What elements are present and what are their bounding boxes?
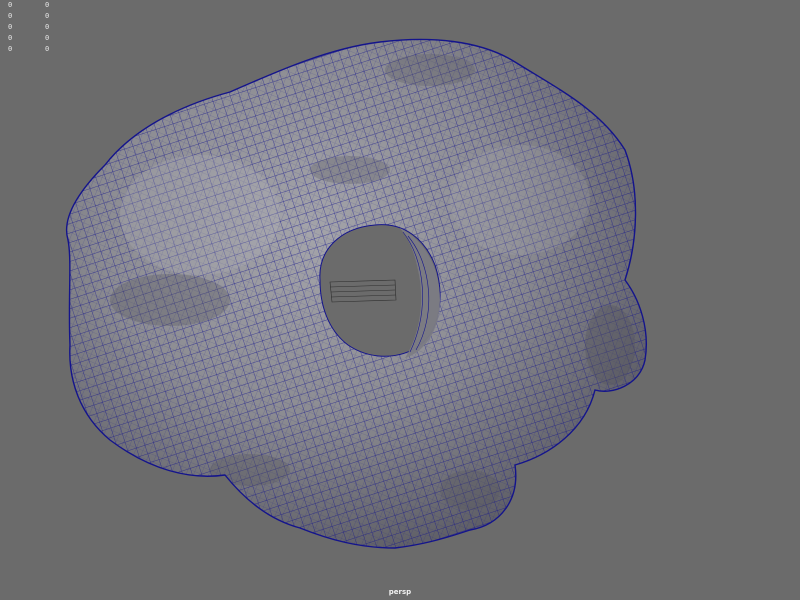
hud-value: 0 [45, 23, 50, 31]
camera-name-label: persp [388, 588, 412, 596]
hud-value: 0 [8, 23, 13, 31]
hud-value: 0 [8, 12, 13, 20]
hud-row: 0 0 [8, 11, 65, 22]
hud-row: 0 0 [8, 33, 65, 44]
hud-value: 0 [45, 45, 50, 53]
hud-value: 0 [8, 1, 13, 9]
hud-value: 0 [45, 12, 50, 20]
hud-row: 0 0 [8, 22, 65, 33]
hud-value: 0 [45, 34, 50, 42]
maya-perspective-viewport[interactable]: 0 0 0 0 0 0 0 0 0 0 persp [0, 0, 800, 600]
heads-up-display: 0 0 0 0 0 0 0 0 0 0 [8, 0, 65, 55]
hud-row: 0 0 [8, 44, 65, 55]
hud-value: 0 [8, 34, 13, 42]
scene-canvas[interactable] [0, 0, 800, 600]
hud-value: 0 [8, 45, 13, 53]
hud-row: 0 0 [8, 0, 65, 11]
hud-value: 0 [45, 1, 50, 9]
